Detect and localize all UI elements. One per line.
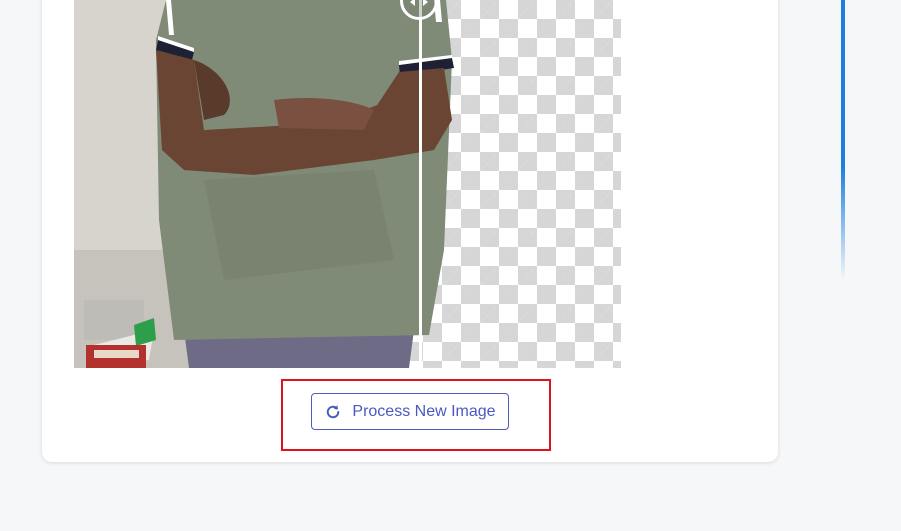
scrollbar[interactable] <box>841 0 845 280</box>
process-new-image-label: Process New Image <box>352 402 496 420</box>
process-new-image-button[interactable]: Process New Image <box>311 393 509 430</box>
person-subject <box>156 0 454 368</box>
drag-arrows-icon <box>410 0 428 6</box>
refresh-icon <box>327 404 340 418</box>
comparison-divider[interactable] <box>419 0 422 368</box>
before-after-comparison[interactable] <box>74 0 621 368</box>
